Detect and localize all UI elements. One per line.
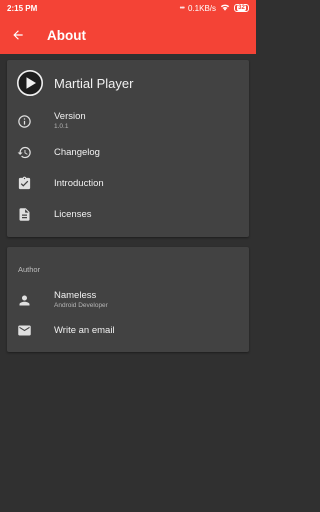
status-bar: 2:15 PM ••• 0.1KB/s 32: [0, 0, 256, 16]
app-info-card: Martial Player Version 1.0.1 Changelog I…: [7, 60, 249, 237]
info-icon: [18, 115, 31, 128]
arrow-back-icon: [13, 30, 23, 40]
version-value: 1.0.1: [54, 123, 69, 130]
app-logo-icon: [17, 70, 43, 96]
status-indicators: ••• 0.1KB/s 32: [180, 3, 249, 13]
page-title: About: [47, 27, 86, 43]
person-icon: [19, 295, 30, 306]
changelog-item[interactable]: Changelog: [7, 137, 249, 168]
licenses-item[interactable]: Licenses: [7, 199, 249, 230]
wifi-icon: [220, 3, 230, 13]
author-name: Nameless: [54, 290, 97, 301]
author-role: Android Developer: [54, 302, 108, 309]
introduction-label: Introduction: [54, 178, 104, 189]
description-icon: [19, 208, 30, 221]
battery-level: 32: [237, 5, 246, 11]
assignment-check-icon: [18, 176, 31, 190]
changelog-label: Changelog: [54, 147, 100, 158]
network-speed: 0.1KB/s: [187, 3, 216, 13]
author-item[interactable]: Nameless Android Developer: [7, 285, 249, 316]
email-icon: [18, 325, 31, 336]
battery-icon: 32: [234, 4, 249, 12]
back-button[interactable]: [0, 16, 36, 54]
version-label: Version: [54, 111, 86, 122]
licenses-label: Licenses: [54, 209, 92, 220]
write-email-item[interactable]: Write an email: [7, 315, 249, 346]
notification-dots: •••: [179, 4, 185, 12]
status-time: 2:15 PM: [7, 3, 38, 13]
introduction-item[interactable]: Introduction: [7, 168, 249, 199]
app-bar: About: [0, 16, 256, 54]
author-card: Author Nameless Android Developer Write …: [7, 247, 249, 352]
app-header: Martial Player: [7, 60, 249, 106]
app-name: Martial Player: [54, 76, 134, 91]
history-icon: [17, 146, 31, 159]
version-item[interactable]: Version 1.0.1: [7, 106, 249, 137]
write-email-label: Write an email: [54, 325, 115, 336]
author-section-header: Author: [18, 265, 41, 274]
